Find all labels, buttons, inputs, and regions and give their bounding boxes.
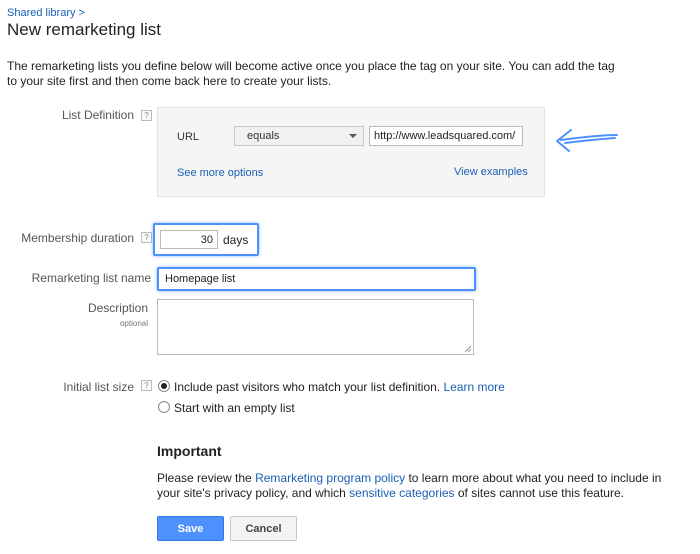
remarketing-policy-link[interactable]: Remarketing program policy xyxy=(255,471,405,485)
save-button[interactable]: Save xyxy=(157,516,224,541)
important-text: Please review the Remarketing program po… xyxy=(157,471,687,501)
breadcrumb[interactable]: Shared library > xyxy=(7,7,85,19)
include-past-visitors-text: Include past visitors who match your lis… xyxy=(174,380,441,394)
include-past-visitors-radio[interactable] xyxy=(158,380,170,392)
see-more-options-link[interactable]: See more options xyxy=(177,167,263,179)
description-textarea[interactable] xyxy=(157,299,474,355)
description-label: Description xyxy=(87,301,148,315)
list-definition-box xyxy=(157,107,545,197)
membership-duration-label: Membership duration xyxy=(21,231,134,245)
help-icon[interactable]: ? xyxy=(141,110,152,121)
url-input[interactable] xyxy=(369,126,523,146)
operator-value: equals xyxy=(247,130,280,142)
list-name-input[interactable] xyxy=(157,267,476,291)
sensitive-categories-link[interactable]: sensitive categories xyxy=(349,486,454,500)
cancel-button[interactable]: Cancel xyxy=(230,516,297,541)
days-unit-label: days xyxy=(223,233,249,247)
help-icon[interactable]: ? xyxy=(141,380,152,391)
empty-list-option-text: Start with an empty list xyxy=(174,401,295,415)
include-past-visitors-option: Include past visitors who match your lis… xyxy=(174,380,505,394)
page-title: New remarketing list xyxy=(7,20,161,39)
learn-more-link[interactable]: Learn more xyxy=(443,380,504,394)
chevron-down-icon xyxy=(349,134,357,138)
resize-handle-icon[interactable] xyxy=(464,345,472,353)
operator-select[interactable]: equals xyxy=(234,126,364,146)
important-text-3: of sites cannot use this feature. xyxy=(454,486,624,500)
url-field-label: URL xyxy=(177,131,200,143)
membership-duration-input[interactable] xyxy=(160,230,218,249)
important-text-1: Please review the xyxy=(157,471,256,485)
list-definition-label: List Definition xyxy=(61,108,134,122)
help-icon[interactable]: ? xyxy=(141,232,152,243)
important-heading: Important xyxy=(157,443,222,459)
annotation-arrow-icon xyxy=(556,129,618,152)
intro-text: The remarketing lists you define below w… xyxy=(7,59,615,88)
view-examples-link[interactable]: View examples xyxy=(454,166,528,178)
list-name-label: Remarketing list name xyxy=(31,271,151,285)
initial-list-size-label: Initial list size xyxy=(63,380,134,394)
empty-list-radio[interactable] xyxy=(158,401,170,413)
description-optional-label: optional xyxy=(119,319,148,328)
